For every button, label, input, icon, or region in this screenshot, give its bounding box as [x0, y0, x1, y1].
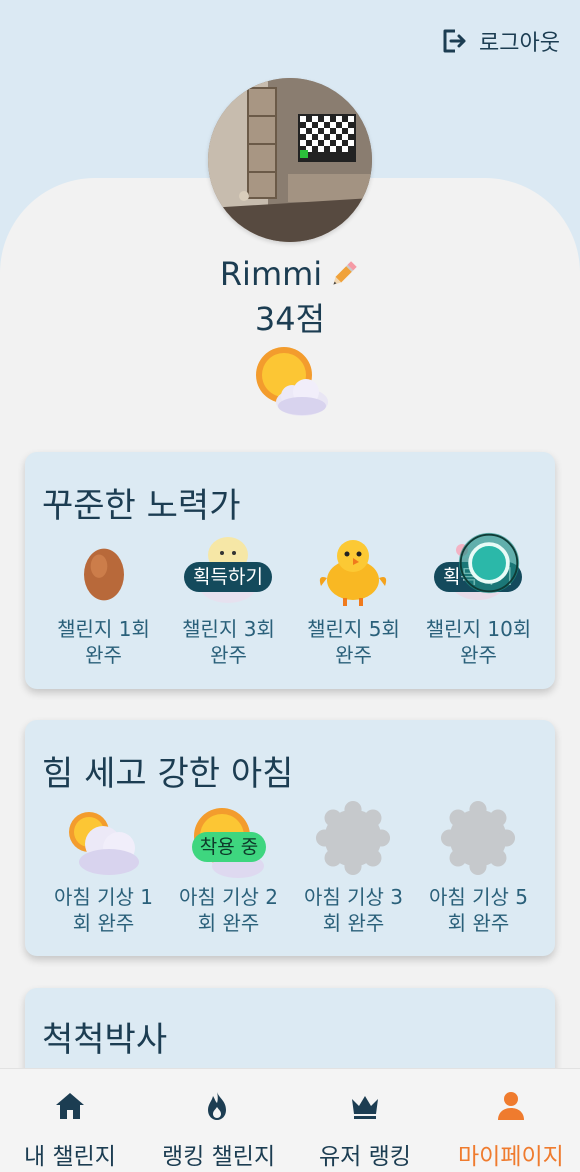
logout-label: 로그아웃 [479, 31, 560, 56]
badge-label: 아침 기상 3 [303, 885, 404, 909]
badge-section-morning: 힘 세고 강한 아침 아침 기상 1 회 완주 착용 중 아침 기상 2 회 완… [25, 720, 555, 956]
nav-label: 내 챌린지 [24, 1144, 116, 1170]
sun-cloud-badge-icon [256, 347, 328, 416]
badge-label: 회 완주 [197, 911, 260, 935]
touch-indicator-icon [458, 532, 520, 594]
equipped-badge-label: 착용 중 [192, 832, 266, 862]
locked-badge-icon [440, 800, 516, 876]
nav-label: 랭킹 챌린지 [162, 1144, 276, 1170]
person-icon [498, 1092, 524, 1120]
sun-cloud-icon [69, 812, 139, 875]
chick-icon [319, 540, 387, 606]
nickname: Rimmi [219, 255, 323, 293]
nav-ranking-challenge[interactable]: 랭킹 챌린지 [140, 1069, 290, 1172]
logout-button[interactable]: 로그아웃 [441, 24, 560, 58]
badge-label: 완주 [85, 643, 122, 667]
badge-label: 챌린지 3회 [182, 617, 275, 641]
logout-icon [443, 29, 466, 53]
nav-my-page[interactable]: 마이페이지 [440, 1069, 580, 1172]
flame-icon [208, 1092, 226, 1120]
room-photo [208, 78, 372, 242]
home-icon [56, 1093, 84, 1119]
badge-morning-5[interactable]: 아침 기상 5 회 완주 [416, 800, 541, 946]
badge-challenge-3[interactable]: 획득하기 챌린지 3회 완주 [166, 536, 291, 676]
pencil-icon[interactable] [328, 258, 360, 290]
badge-morning-3[interactable]: 아침 기상 3 회 완주 [291, 800, 416, 946]
profile-avatar[interactable] [208, 78, 372, 242]
nav-label: 마이페이지 [458, 1144, 564, 1170]
badge-challenge-5[interactable]: 챌린지 5회 완주 [291, 536, 416, 676]
badge-morning-2[interactable]: 착용 중 아침 기상 2 회 완주 [166, 806, 291, 946]
nav-label: 유저 랭킹 [319, 1144, 411, 1170]
badge-label: 회 완주 [72, 911, 135, 935]
section-title: 꾸준한 노력가 [42, 486, 241, 526]
badge-label: 회 완주 [447, 911, 510, 935]
section-title: 힘 세고 강한 아침 [42, 754, 294, 794]
locked-badge-icon [315, 800, 391, 876]
badge-morning-1[interactable]: 아침 기상 1 회 완주 [41, 806, 166, 946]
badge-label: 완주 [460, 643, 497, 667]
badge-label: 챌린지 1회 [57, 617, 150, 641]
badge-challenge-10[interactable]: 획득하기 챌린지 10회 완주 [416, 532, 541, 676]
badge-challenge-1[interactable]: 챌린지 1회 완주 [41, 536, 166, 676]
badge-label: 챌린지 5회 [307, 617, 400, 641]
badge-label: 완주 [335, 643, 372, 667]
badge-label: 아침 기상 2 [178, 885, 279, 909]
badge-label: 아침 기상 1 [53, 885, 154, 909]
nav-my-challenge[interactable]: 내 챌린지 [0, 1069, 140, 1172]
badge-label: 아침 기상 5 [428, 885, 529, 909]
score: 34점 [254, 300, 326, 338]
badge-section-consistent: 꾸준한 노력가 챌린지 1회 완주 획득하기 챌린지 3회 완주 챌린지 5회 [25, 452, 555, 689]
egg-icon [84, 548, 124, 601]
section-title: 척척박사 [42, 1020, 168, 1060]
bottom-nav: 내 챌린지 랭킹 챌린지 유저 랭킹 마이페이지 [0, 1068, 580, 1172]
crown-icon [352, 1096, 378, 1119]
badge-label: 챌린지 10회 [425, 617, 532, 641]
nav-user-ranking[interactable]: 유저 랭킹 [290, 1069, 440, 1172]
badge-label: 회 완주 [322, 911, 385, 935]
nickname-row: Rimmi [0, 252, 580, 296]
claim-button[interactable]: 획득하기 [184, 562, 272, 592]
badge-label: 완주 [210, 643, 247, 667]
